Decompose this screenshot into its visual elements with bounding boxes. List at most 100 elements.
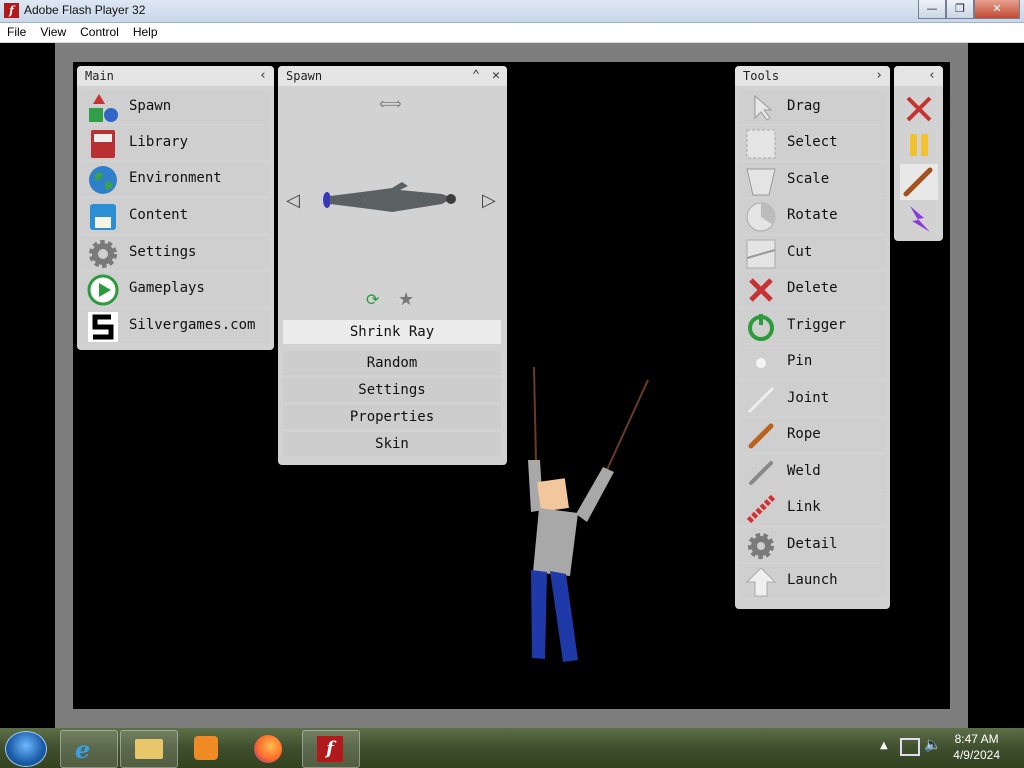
tool-label: Pin: [787, 353, 813, 369]
main-item-library[interactable]: Library: [81, 126, 270, 160]
spawn-panel-title: Spawn: [286, 69, 323, 83]
taskbar-media-player[interactable]: [180, 730, 236, 766]
tool-label: Rope: [787, 426, 821, 442]
tool-label: Link: [787, 499, 821, 515]
tool-cut[interactable]: Cut: [739, 236, 886, 270]
close-icon[interactable]: ✕: [487, 67, 505, 85]
main-item-label: Spawn: [129, 98, 172, 114]
media-player-icon: [194, 736, 218, 760]
tool-label: Weld: [787, 463, 821, 479]
flash-app-icon: f: [4, 3, 19, 18]
tool-joint[interactable]: Joint: [739, 382, 886, 416]
lightning-icon[interactable]: [904, 204, 934, 234]
tool-select[interactable]: Select: [739, 126, 886, 160]
favorite-star-icon[interactable]: ★: [398, 289, 414, 310]
taskbar-file-explorer[interactable]: [120, 730, 178, 768]
floppy-disk-icon: [90, 204, 116, 230]
tool-label: Select: [787, 134, 838, 150]
close-button[interactable]: ✕: [974, 0, 1020, 19]
window-titlebar: f Adobe Flash Player 32 — ❐ ✕: [0, 0, 1024, 23]
windows-taskbar: e f ▲ 🔈 8:47 AM 4/9/2024: [0, 728, 1024, 768]
volume-muted-icon[interactable]: 🔈: [924, 737, 941, 753]
close-x-icon[interactable]: [904, 94, 934, 124]
game-stage[interactable]: Main ‹ Spawn Library Environment Content…: [73, 62, 950, 709]
main-panel-title: Main: [85, 69, 114, 83]
network-icon[interactable]: [900, 738, 920, 756]
shrink-ray-preview: [323, 182, 456, 212]
main-panel-header: Main ‹: [77, 66, 274, 86]
main-item-environment[interactable]: Environment: [81, 162, 270, 196]
swap-arrows-icon[interactable]: ⟺: [379, 94, 402, 113]
side-toolbar: ‹: [894, 66, 943, 241]
tool-link[interactable]: Link: [739, 491, 886, 525]
main-item-label: Content: [129, 207, 189, 223]
cursor-arrow-icon: [754, 94, 773, 121]
taskbar-flash-player[interactable]: f: [302, 730, 360, 768]
pause-icon[interactable]: [904, 130, 934, 160]
tool-rope[interactable]: Rope: [739, 418, 886, 452]
silvergames-logo-icon: [88, 312, 118, 342]
tool-rotate[interactable]: Rotate: [739, 199, 886, 233]
ragdoll-right-leg: [550, 571, 578, 662]
prev-arrow-icon[interactable]: ◁: [286, 190, 300, 211]
clock-time: 8:47 AM: [954, 732, 999, 746]
main-item-settings[interactable]: Settings: [81, 236, 270, 270]
taskbar-internet-explorer[interactable]: e: [60, 730, 118, 768]
menu-view[interactable]: View: [33, 23, 73, 42]
book-icon: [91, 130, 115, 158]
random-button[interactable]: Random: [283, 351, 501, 375]
menu-file[interactable]: File: [0, 23, 33, 42]
maximize-button[interactable]: ❐: [946, 0, 974, 19]
tool-detail[interactable]: Detail: [739, 528, 886, 562]
tool-scale[interactable]: Scale: [739, 163, 886, 197]
tools-panel-header: Tools ›: [735, 66, 890, 86]
tool-launch[interactable]: Launch: [739, 564, 886, 598]
tool-drag[interactable]: Drag: [739, 90, 886, 124]
globe-icon: [89, 166, 117, 194]
main-item-label: Library: [129, 134, 189, 150]
main-panel: Main ‹ Spawn Library Environment Content…: [77, 66, 274, 350]
tool-label: Joint: [787, 390, 830, 406]
show-hidden-icons-arrow[interactable]: ▲: [880, 740, 888, 751]
main-item-spawn[interactable]: Spawn: [81, 90, 270, 124]
menubar: File View Control Help: [0, 23, 1024, 43]
tool-delete[interactable]: Delete: [739, 272, 886, 306]
pin-dot-icon: [756, 358, 766, 368]
main-item-content[interactable]: Content: [81, 199, 270, 233]
window-title: Adobe Flash Player 32: [24, 3, 146, 17]
start-button[interactable]: [5, 731, 47, 767]
tool-label: Launch: [787, 572, 838, 588]
expand-chevron-icon[interactable]: ›: [870, 67, 888, 85]
tool-trigger[interactable]: Trigger: [739, 309, 886, 343]
collapse-chevron-icon[interactable]: ‹: [254, 67, 272, 85]
minimize-button[interactable]: —: [918, 0, 946, 19]
spawn-settings-button[interactable]: Settings: [283, 378, 501, 402]
ragdoll-left-leg: [531, 570, 547, 659]
main-item-silvergames[interactable]: Silvergames.com: [81, 309, 270, 343]
tool-pin[interactable]: Pin: [739, 345, 886, 379]
collapse-chevron-icon[interactable]: ‹: [923, 67, 941, 85]
shapes-icon: [89, 94, 118, 122]
skin-button[interactable]: Skin: [283, 432, 501, 456]
detail-gear-icon: [748, 533, 774, 559]
rope-tool-active[interactable]: [900, 164, 938, 200]
next-arrow-icon[interactable]: ▷: [482, 190, 496, 211]
system-clock[interactable]: 8:47 AM 4/9/2024: [953, 731, 1000, 763]
trigger-icon: [748, 314, 774, 341]
joint-line-icon: [747, 386, 775, 414]
main-item-gameplays[interactable]: Gameplays: [81, 272, 270, 306]
properties-button[interactable]: Properties: [283, 405, 501, 429]
menu-help[interactable]: Help: [126, 23, 165, 42]
rotate-pie-icon: [746, 202, 776, 232]
tool-label: Drag: [787, 98, 821, 114]
taskbar-firefox[interactable]: [240, 730, 296, 766]
chevron-up-icon[interactable]: ⌃: [467, 67, 485, 85]
menu-control[interactable]: Control: [73, 23, 126, 42]
tool-weld[interactable]: Weld: [739, 455, 886, 489]
play-icon: [87, 274, 119, 306]
trigger-small-icon[interactable]: ⟳: [366, 290, 379, 309]
tool-label: Cut: [787, 244, 813, 260]
launch-arrow-icon: [745, 567, 777, 597]
weld-icon: [749, 461, 773, 485]
selected-spawn-item[interactable]: Shrink Ray: [283, 320, 501, 344]
